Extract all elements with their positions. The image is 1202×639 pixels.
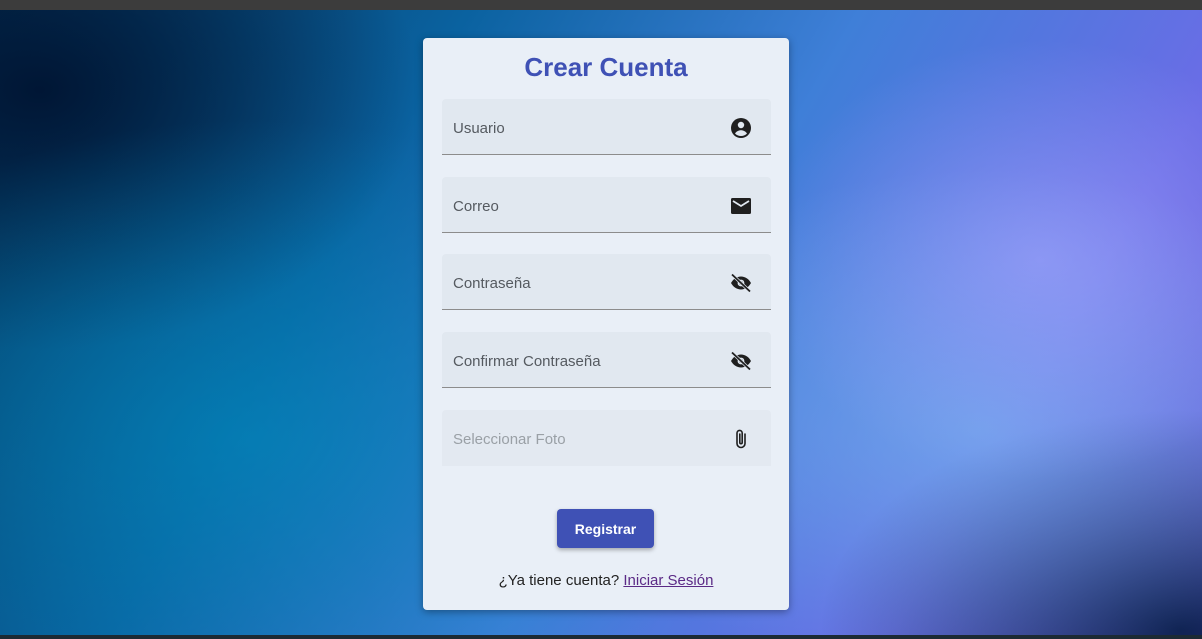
login-link[interactable]: Iniciar Sesión <box>623 572 713 589</box>
account-circle-icon <box>729 116 753 140</box>
email-field[interactable]: Correo <box>442 177 771 233</box>
password-label: Contraseña <box>453 275 531 292</box>
password-field[interactable]: Contraseña <box>442 254 771 310</box>
mail-icon <box>729 194 753 218</box>
login-prompt: ¿Ya tiene cuenta? Iniciar Sesión <box>423 572 789 589</box>
visibility-off-icon[interactable] <box>729 349 753 373</box>
paperclip-icon[interactable] <box>729 427 753 451</box>
confirm-password-label: Confirmar Contraseña <box>453 353 601 370</box>
visibility-off-icon[interactable] <box>729 271 753 295</box>
login-prompt-text: ¿Ya tiene cuenta? <box>498 572 620 589</box>
register-card: Crear Cuenta Usuario Correo Contraseña C… <box>423 38 789 610</box>
page-title: Crear Cuenta <box>524 52 688 82</box>
register-button[interactable]: Registrar <box>557 509 654 548</box>
confirm-password-field[interactable]: Confirmar Contraseña <box>442 332 771 388</box>
window-top-bar <box>0 0 1202 10</box>
email-label: Correo <box>453 198 499 215</box>
photo-select-field[interactable]: Seleccionar Foto <box>442 410 771 466</box>
username-label: Usuario <box>453 120 505 137</box>
window-bottom-bar <box>0 635 1202 639</box>
username-field[interactable]: Usuario <box>442 99 771 155</box>
photo-select-label: Seleccionar Foto <box>453 431 566 448</box>
